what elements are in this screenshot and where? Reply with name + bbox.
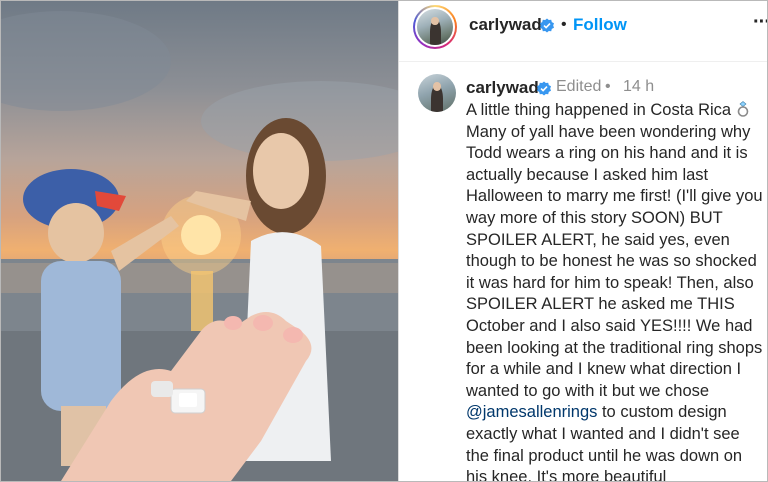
avatar-face — [433, 82, 441, 91]
verified-badge-icon — [537, 81, 551, 96]
author-avatar-image — [415, 7, 455, 47]
author-username[interactable]: carlywad — [469, 15, 542, 35]
edited-label: Edited — [556, 78, 602, 95]
verified-badge-icon — [540, 18, 554, 33]
caption-text: A little thing happened in Costa Rica Ma… — [466, 100, 764, 481]
ring-emoji-icon — [737, 101, 748, 117]
caption-text-part: Many of yall have been wondering why Tod… — [466, 122, 763, 400]
caption-username[interactable]: carlywad — [466, 78, 539, 98]
photo-scene — [1, 11, 398, 481]
post-header: carlywad • Follow ··· — [399, 1, 767, 62]
more-options-icon[interactable]: ··· — [753, 11, 767, 34]
post-timestamp[interactable]: 14 h — [623, 78, 654, 96]
avatar-face — [431, 16, 439, 25]
caption-separator: • — [605, 78, 611, 95]
author-avatar[interactable] — [413, 5, 457, 49]
post-photo[interactable] — [1, 1, 398, 481]
post-window: carlywad • Follow ··· carlywad Edited • … — [0, 0, 768, 482]
caption-author-avatar[interactable] — [418, 74, 456, 112]
caption-text-part: A little thing happened in Costa Rica — [466, 101, 736, 119]
mention-link[interactable]: @jamesallenrings — [466, 403, 597, 421]
follow-button[interactable]: Follow — [573, 15, 627, 35]
post-sidebar: carlywad • Follow ··· carlywad Edited • … — [398, 1, 767, 481]
header-separator: • — [561, 16, 567, 33]
